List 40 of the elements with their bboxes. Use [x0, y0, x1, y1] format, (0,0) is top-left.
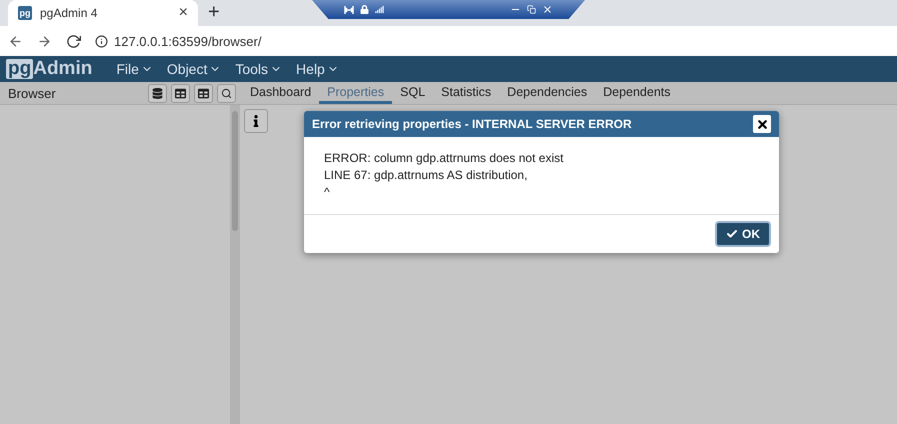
lock-icon: [360, 5, 369, 14]
close-button[interactable]: [753, 115, 771, 133]
close-icon: [756, 118, 768, 130]
address-field[interactable]: 127.0.0.1:63599/browser/: [114, 34, 262, 48]
restore-icon[interactable]: [527, 5, 536, 14]
panel-tab[interactable]: Statistics: [433, 82, 500, 104]
pgadmin-logo: pgAdmin: [6, 58, 92, 80]
tab-title: pgAdmin 4: [40, 6, 98, 20]
dialog-title: Error retrieving properties - INTERNAL SERVER ERROR: [312, 117, 632, 131]
panel-tab[interactable]: Dependents: [595, 82, 679, 104]
check-icon: [726, 228, 738, 240]
info-button[interactable]: [244, 109, 268, 133]
back-icon[interactable]: [8, 34, 23, 48]
error-message: ^: [324, 185, 331, 200]
pin-icon: [344, 6, 354, 14]
reload-icon[interactable]: [66, 34, 81, 48]
close-tab-button[interactable]: ×: [178, 4, 188, 22]
ok-button[interactable]: OK: [715, 221, 771, 247]
signal-icon: [375, 5, 384, 14]
table-icon[interactable]: [171, 84, 190, 102]
search-icon[interactable]: [217, 84, 236, 102]
panel-tab[interactable]: Dashboard: [242, 82, 320, 104]
pin-button[interactable]: [344, 6, 354, 14]
close-icon[interactable]: [542, 4, 553, 15]
forward-icon[interactable]: [37, 34, 52, 48]
error-message: ERROR: column gdp.attrnums does not exist: [324, 151, 564, 166]
panel-tab[interactable]: SQL: [392, 82, 434, 104]
menu-item[interactable]: File: [116, 61, 153, 77]
panel-tab[interactable]: Dependencies: [499, 82, 596, 104]
pgadmin-favicon: pg: [18, 6, 32, 20]
database-icon[interactable]: [148, 84, 167, 102]
scrollbar-thumb[interactable]: [232, 111, 238, 231]
menu-item[interactable]: Object: [166, 61, 222, 77]
info-icon: [95, 34, 108, 48]
error-message: LINE 67: gdp.attrnums AS distribution,: [324, 168, 528, 183]
new-tab-button[interactable]: +: [208, 0, 220, 26]
menu-item[interactable]: Help: [296, 61, 339, 77]
browser-tab[interactable]: pg pgAdmin 4 ×: [8, 0, 198, 26]
menu-item[interactable]: Tools: [235, 61, 282, 77]
panel-title: Browser: [8, 86, 56, 100]
